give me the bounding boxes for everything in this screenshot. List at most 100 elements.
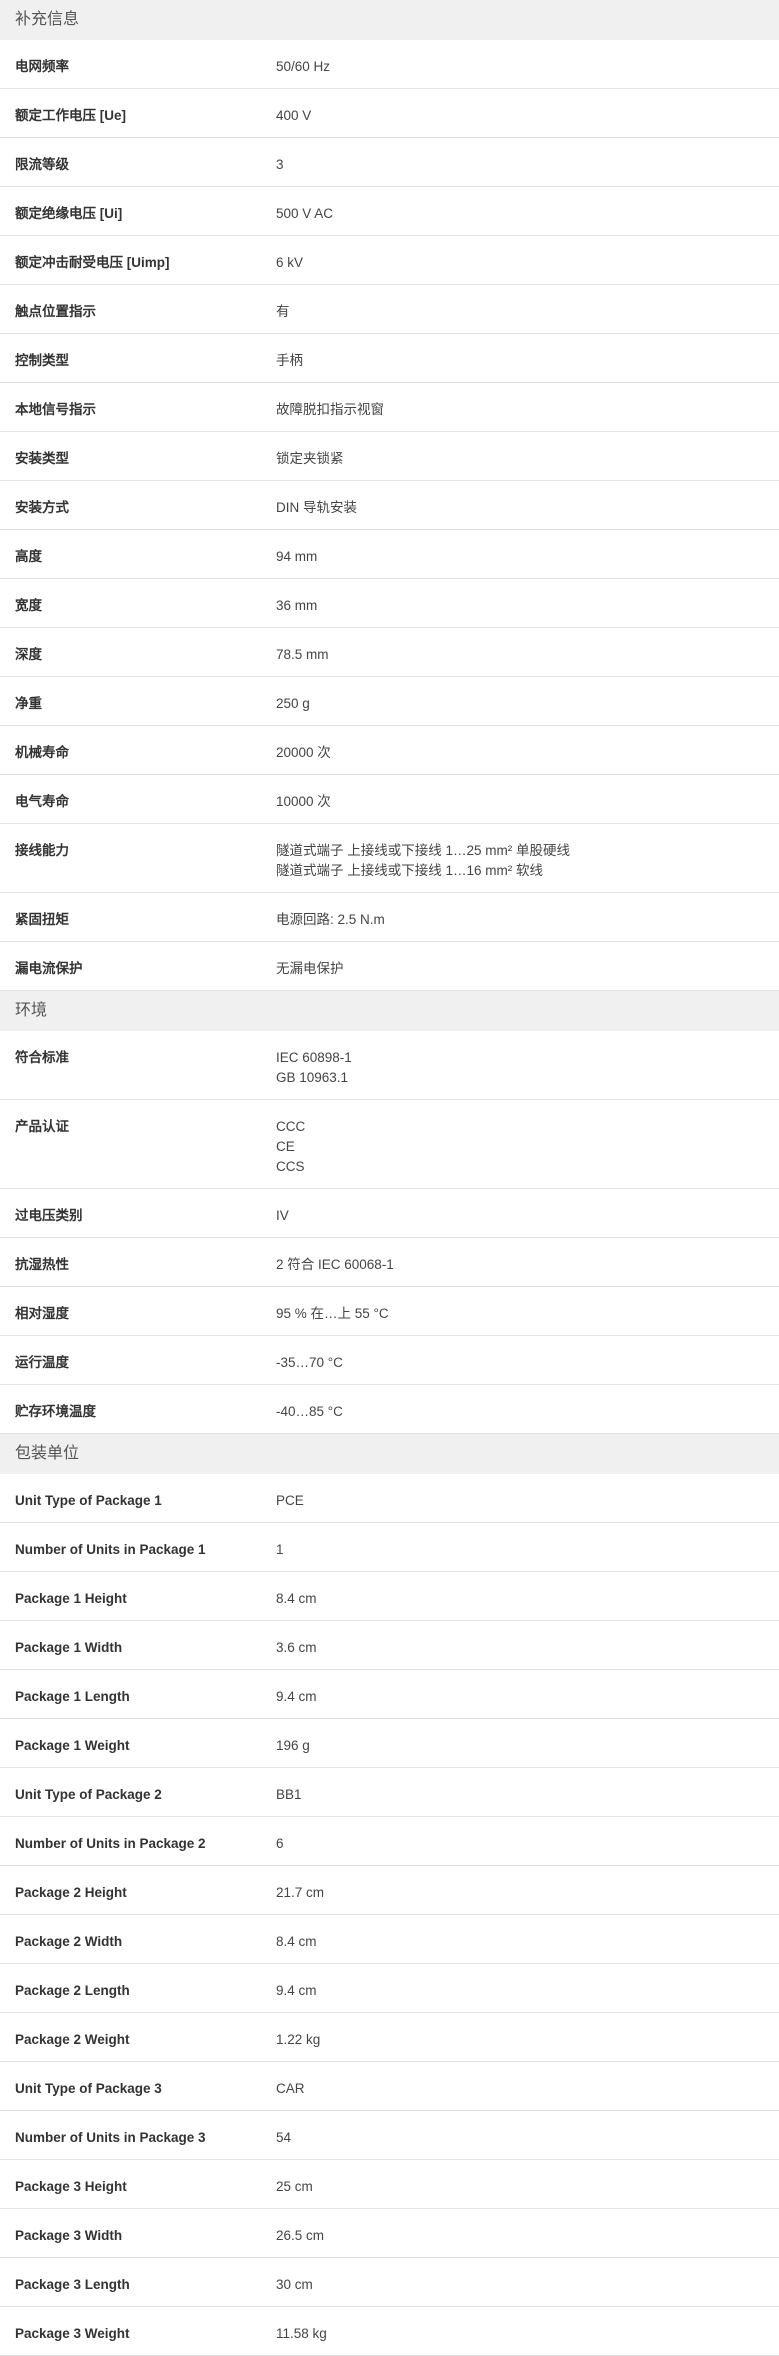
spec-value: 2 符合 IEC 60068-1: [261, 1238, 779, 1286]
spec-row: 运行温度 -35…70 °C: [0, 1336, 779, 1385]
spec-value-line: CCS: [276, 1159, 305, 1174]
spec-value: 78.5 mm: [261, 628, 779, 676]
spec-label: Number of Units in Package 1: [15, 1542, 206, 1557]
spec-value-line: PCE: [276, 1493, 304, 1508]
spec-row: 产品认证 CCC CE CCS: [0, 1100, 779, 1189]
spec-label: 符合标准: [15, 1050, 69, 1065]
spec-value-line: 196 g: [276, 1738, 310, 1753]
spec-row: 安装方式 DIN 导轨安装: [0, 481, 779, 530]
spec-row: 机械寿命 20000 次: [0, 726, 779, 775]
spec-value-line: 1.22 kg: [276, 2032, 321, 2047]
spec-value: 8.4 cm: [261, 1915, 779, 1963]
spec-value: 1.22 kg: [261, 2013, 779, 2061]
spec-row: Number of Units in Package 2 6: [0, 1817, 779, 1866]
spec-row: 额定工作电压 [Ue] 400 V: [0, 89, 779, 138]
spec-value-line: 21.7 cm: [276, 1885, 325, 1900]
spec-label: 额定绝缘电压 [Ui]: [15, 206, 123, 221]
spec-label: Package 2 Length: [15, 1983, 130, 1998]
spec-label: Number of Units in Package 3: [15, 2130, 206, 2145]
spec-row: Number of Units in Package 1 1: [0, 1523, 779, 1572]
spec-value-line: IEC 60898-1: [276, 1050, 352, 1065]
spec-label: 过电压类别: [15, 1208, 83, 1223]
spec-row: 宽度 36 mm: [0, 579, 779, 628]
spec-label: Package 2 Weight: [15, 2032, 130, 2047]
spec-value-line: 30 cm: [276, 2277, 313, 2292]
spec-value-line: 有: [276, 304, 290, 319]
spec-label: Package 1 Weight: [15, 1738, 130, 1753]
spec-label: 电气寿命: [15, 794, 69, 809]
spec-label: 额定冲击耐受电压 [Uimp]: [15, 255, 170, 270]
spec-row: 安装类型 锁定夹锁紧: [0, 432, 779, 481]
spec-row: 漏电流保护 无漏电保护: [0, 942, 779, 991]
spec-row: 紧固扭矩 电源回路: 2.5 N.m: [0, 893, 779, 942]
spec-value-line: 手柄: [276, 353, 303, 368]
spec-row: 电网频率 50/60 Hz: [0, 40, 779, 89]
spec-row: 触点位置指示 有: [0, 285, 779, 334]
spec-value-line: 400 V: [276, 108, 312, 123]
spec-table: 补充信息 电网频率 50/60 Hz 额定工作电压 [Ue] 400 V 限流等级 3 额定绝…: [0, 0, 779, 2356]
spec-label: Package 3 Width: [15, 2228, 123, 2243]
spec-row: 高度 94 mm: [0, 530, 779, 579]
spec-label: 深度: [15, 647, 42, 662]
spec-value-line: IV: [276, 1208, 289, 1223]
spec-value: 30 cm: [261, 2258, 779, 2306]
spec-value-line: -40…85 °C: [276, 1404, 343, 1419]
spec-row: Package 2 Height 21.7 cm: [0, 1866, 779, 1915]
spec-row: 本地信号指示 故障脱扣指示视窗: [0, 383, 779, 432]
spec-row: Unit Type of Package 2 BB1: [0, 1768, 779, 1817]
spec-row: Number of Units in Package 3 54: [0, 2111, 779, 2160]
spec-row: 接线能力 隧道式端子 上接线或下接线 1…25 mm² 单股硬线 隧道式端子 上接线…: [0, 824, 779, 893]
spec-value-line: 26.5 cm: [276, 2228, 325, 2243]
spec-value: 8.4 cm: [261, 1572, 779, 1620]
spec-label: Package 3 Height: [15, 2179, 127, 2194]
spec-row: Package 2 Width 8.4 cm: [0, 1915, 779, 1964]
spec-value-line: BB1: [276, 1787, 302, 1802]
section-header: 补充信息: [0, 0, 779, 40]
spec-row: Package 2 Length 9.4 cm: [0, 1964, 779, 2013]
spec-row: 过电压类别 IV: [0, 1189, 779, 1238]
spec-row: Package 1 Width 3.6 cm: [0, 1621, 779, 1670]
spec-value: 94 mm: [261, 530, 779, 578]
spec-label: Package 1 Width: [15, 1640, 123, 1655]
spec-value-line: -35…70 °C: [276, 1355, 343, 1370]
spec-row: Package 1 Length 9.4 cm: [0, 1670, 779, 1719]
spec-value-line: 无漏电保护: [276, 961, 344, 976]
spec-row: Package 1 Height 8.4 cm: [0, 1572, 779, 1621]
spec-label: 机械寿命: [15, 745, 69, 760]
spec-label: 相对湿度: [15, 1306, 69, 1321]
spec-value: 36 mm: [261, 579, 779, 627]
spec-value: 6 kV: [261, 236, 779, 284]
spec-label: 高度: [15, 549, 42, 564]
spec-value-line: 3.6 cm: [276, 1640, 317, 1655]
spec-label: 宽度: [15, 598, 42, 613]
spec-row: 符合标准 IEC 60898-1 GB 10963.1: [0, 1031, 779, 1100]
spec-row: 抗湿热性 2 符合 IEC 60068-1: [0, 1238, 779, 1287]
spec-label: 限流等级: [15, 157, 69, 172]
spec-value: 25 cm: [261, 2160, 779, 2208]
spec-value: 电源回路: 2.5 N.m: [261, 893, 779, 941]
spec-label: 漏电流保护: [15, 961, 83, 976]
spec-value: 9.4 cm: [261, 1670, 779, 1718]
spec-value-line: 25 cm: [276, 2179, 313, 2194]
spec-value-line: CCC: [276, 1119, 306, 1134]
spec-label: 电网频率: [15, 59, 69, 74]
spec-value-line: 500 V AC: [276, 206, 334, 221]
spec-row: 相对湿度 95 % 在…上 55 °C: [0, 1287, 779, 1336]
spec-value: 54: [261, 2111, 779, 2159]
spec-row: Package 3 Height 25 cm: [0, 2160, 779, 2209]
spec-row: 净重 250 g: [0, 677, 779, 726]
spec-label: 抗湿热性: [15, 1257, 69, 1272]
spec-row: Unit Type of Package 1 PCE: [0, 1474, 779, 1523]
spec-value-line: 54: [276, 2130, 292, 2145]
spec-value: 500 V AC: [261, 187, 779, 235]
spec-value: PCE: [261, 1474, 779, 1522]
spec-value: 手柄: [261, 334, 779, 382]
spec-value: 250 g: [261, 677, 779, 725]
spec-value: CCC CE CCS: [261, 1100, 779, 1188]
spec-label: 额定工作电压 [Ue]: [15, 108, 126, 123]
spec-value-line: 隧道式端子 上接线或下接线 1…25 mm² 单股硬线: [276, 843, 571, 858]
spec-label: Package 1 Length: [15, 1689, 130, 1704]
spec-row: 控制类型 手柄: [0, 334, 779, 383]
spec-label: Unit Type of Package 3: [15, 2081, 162, 2096]
spec-value-line: 2 符合 IEC 60068-1: [276, 1257, 394, 1272]
